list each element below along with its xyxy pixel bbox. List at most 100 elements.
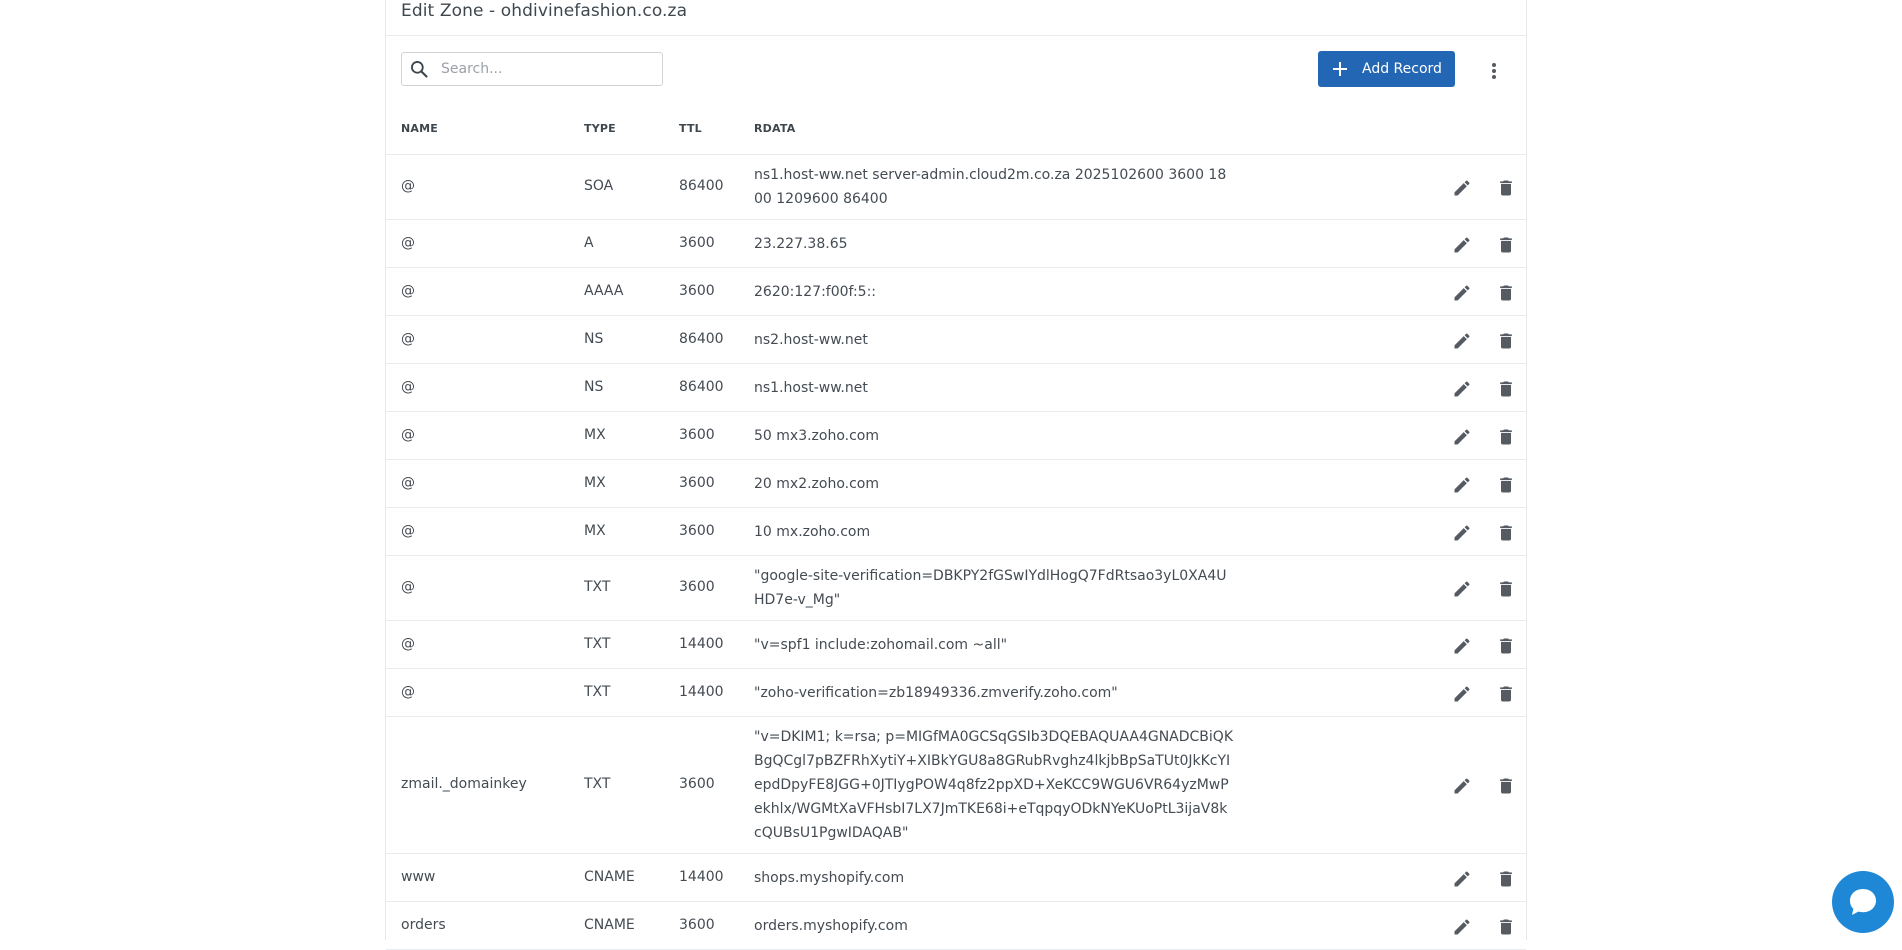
table-row: www CNAME 14400 shops.myshopify.com [386, 854, 1526, 902]
record-name: @ [401, 579, 415, 595]
pencil-icon[interactable] [1449, 576, 1475, 602]
trash-icon[interactable] [1493, 175, 1519, 201]
record-ttl: 3600 [679, 917, 715, 933]
record-type: MX [584, 475, 606, 491]
record-name: @ [401, 331, 415, 347]
record-type: AAAA [584, 283, 624, 299]
record-name: @ [401, 379, 415, 395]
record-ttl: 14400 [679, 869, 724, 885]
record-name: www [401, 869, 436, 885]
record-name: @ [401, 283, 415, 299]
trash-icon[interactable] [1493, 520, 1519, 546]
trash-icon[interactable] [1493, 280, 1519, 306]
record-rdata: ns1.host-ww.net [754, 380, 868, 396]
pencil-icon[interactable] [1449, 280, 1475, 306]
toolbar: Add Record [386, 36, 1526, 108]
add-record-button[interactable]: Add Record [1318, 51, 1455, 87]
record-rdata: 10 mx.zoho.com [754, 524, 871, 540]
column-header-name: NAME [401, 122, 438, 135]
record-name: zmail._domainkey [401, 776, 527, 792]
card-header: Edit Zone - ohdivinefashion.co.za [386, 0, 1526, 36]
trash-icon[interactable] [1493, 232, 1519, 258]
pencil-icon[interactable] [1449, 866, 1475, 892]
pencil-icon[interactable] [1449, 175, 1475, 201]
search-box[interactable] [401, 52, 663, 86]
table-row: @ TXT 14400 "v=spf1 include:zohomail.com ~a… [386, 621, 1526, 669]
trash-icon[interactable] [1493, 424, 1519, 450]
trash-icon[interactable] [1493, 773, 1519, 799]
table-row: @ TXT 3600 "google-site-verification=DBKPY2… [386, 556, 1526, 621]
record-name: @ [401, 235, 415, 251]
pencil-icon[interactable] [1449, 773, 1475, 799]
trash-icon[interactable] [1493, 866, 1519, 892]
record-name: @ [401, 178, 415, 194]
pencil-icon[interactable] [1449, 376, 1475, 402]
plus-icon [1330, 59, 1350, 79]
pencil-icon[interactable] [1449, 328, 1475, 354]
record-rdata: orders.myshopify.com [754, 918, 908, 934]
record-type: SOA [584, 178, 614, 194]
trash-icon[interactable] [1493, 633, 1519, 659]
record-ttl: 3600 [679, 475, 715, 491]
pencil-icon[interactable] [1449, 914, 1475, 940]
trash-icon[interactable] [1493, 576, 1519, 602]
trash-icon[interactable] [1493, 376, 1519, 402]
record-ttl: 86400 [679, 331, 724, 347]
table-row: @ NS 86400 ns1.host-ww.net [386, 364, 1526, 412]
record-ttl: 3600 [679, 776, 715, 792]
record-type: CNAME [584, 917, 635, 933]
table-row: orders CNAME 3600 orders.myshopify.com [386, 902, 1526, 950]
table-row: @ MX 3600 50 mx3.zoho.com [386, 412, 1526, 460]
record-ttl: 86400 [679, 178, 724, 194]
record-rdata: "v=DKIM1; k=rsa; p=MIGfMA0GCSqGSIb3DQEBA… [754, 729, 1234, 841]
trash-icon[interactable] [1493, 681, 1519, 707]
pencil-icon[interactable] [1449, 520, 1475, 546]
record-type: NS [584, 379, 604, 395]
search-input[interactable] [439, 60, 653, 78]
pencil-icon[interactable] [1449, 424, 1475, 450]
chat-bubble-icon[interactable] [1832, 871, 1894, 933]
pencil-icon[interactable] [1449, 681, 1475, 707]
table-row: @ MX 3600 20 mx2.zoho.com [386, 460, 1526, 508]
record-ttl: 86400 [679, 379, 724, 395]
table-header: NAME TYPE TTL RDATA [386, 108, 1526, 155]
record-type: TXT [584, 684, 611, 700]
record-type: MX [584, 523, 606, 539]
record-rdata: 20 mx2.zoho.com [754, 476, 880, 492]
trash-icon[interactable] [1493, 914, 1519, 940]
pencil-icon[interactable] [1449, 232, 1475, 258]
pencil-icon[interactable] [1449, 472, 1475, 498]
record-rdata: 23.227.38.65 [754, 236, 848, 252]
table-row: @ AAAA 3600 2620:127:f00f:5:: [386, 268, 1526, 316]
record-rdata: 2620:127:f00f:5:: [754, 284, 877, 300]
record-ttl: 14400 [679, 636, 724, 652]
trash-icon[interactable] [1493, 472, 1519, 498]
search-icon [409, 58, 431, 80]
trash-icon[interactable] [1493, 328, 1519, 354]
record-name: orders [401, 917, 446, 933]
record-rdata: shops.myshopify.com [754, 870, 905, 886]
record-ttl: 3600 [679, 579, 715, 595]
record-rdata: "zoho-verification=zb18949336.zmverify.z… [754, 685, 1118, 701]
record-name: @ [401, 475, 415, 491]
table-row: @ NS 86400 ns2.host-ww.net [386, 316, 1526, 364]
record-rdata: "v=spf1 include:zohomail.com ~all" [754, 637, 1008, 653]
record-type: TXT [584, 636, 611, 652]
table-row: @ TXT 14400 "zoho-verification=zb18949336.z… [386, 669, 1526, 717]
record-rdata: ns1.host-ww.net server-admin.cloud2m.co.… [754, 167, 1227, 207]
column-header-type: TYPE [584, 122, 616, 135]
record-type: A [584, 235, 594, 251]
record-rdata: "google-site-verification=DBKPY2fGSwIYdl… [754, 568, 1227, 608]
record-name: @ [401, 636, 415, 652]
record-ttl: 3600 [679, 427, 715, 443]
records-table-body: @ SOA 86400 ns1.host-ww.net server-admin.cl… [386, 155, 1526, 950]
add-record-label: Add Record [1362, 61, 1442, 77]
column-header-ttl: TTL [679, 122, 702, 135]
record-name: @ [401, 684, 415, 700]
pencil-icon[interactable] [1449, 633, 1475, 659]
more-vertical-icon[interactable] [1482, 56, 1506, 86]
record-ttl: 3600 [679, 235, 715, 251]
table-row: @ SOA 86400 ns1.host-ww.net server-admin.cl… [386, 155, 1526, 220]
table-row: @ A 3600 23.227.38.65 [386, 220, 1526, 268]
record-rdata: 50 mx3.zoho.com [754, 428, 880, 444]
